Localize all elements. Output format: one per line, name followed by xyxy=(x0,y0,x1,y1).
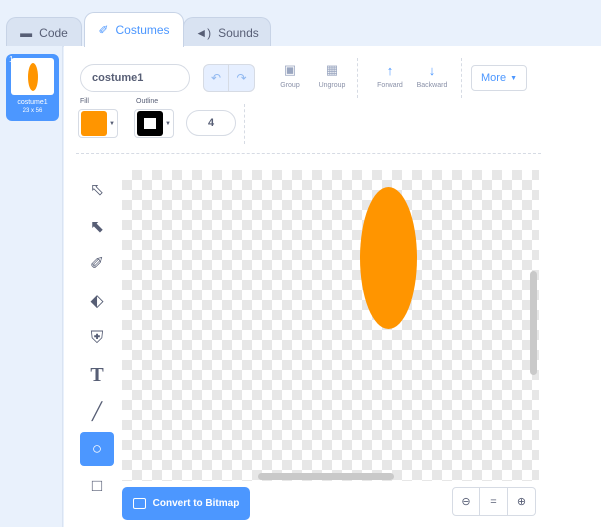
tab-costumes-label: Costumes xyxy=(115,23,170,37)
group-label: Group xyxy=(280,82,300,89)
toolbar-divider xyxy=(244,104,245,144)
tab-bar: ▬ Code ✐ Costumes ◄) Sounds xyxy=(0,0,601,47)
outline-width-input[interactable]: 4 xyxy=(186,110,236,136)
convert-label: Convert to Bitmap xyxy=(152,498,240,509)
brush-icon: ✐ xyxy=(98,23,109,37)
outline-label: Outline xyxy=(136,98,159,105)
tab-code-label: Code xyxy=(39,25,68,40)
zoom-controls: ⊖ = ⊕ xyxy=(452,487,536,516)
eraser-tool-button[interactable]: ⬖ xyxy=(80,284,114,318)
fill-tool-button[interactable]: ⛨ xyxy=(80,321,114,355)
undo-button[interactable]: ↶ xyxy=(203,64,229,92)
more-label: More xyxy=(481,72,507,84)
eraser-icon: ⬖ xyxy=(90,291,104,310)
backward-arrow-icon: ↓ xyxy=(428,62,436,78)
costume-item-size: 23 x 56 xyxy=(22,108,43,114)
more-button[interactable]: More ▼ xyxy=(471,65,527,91)
tab-sounds[interactable]: ◄) Sounds xyxy=(183,17,271,47)
text-tool-button[interactable]: T xyxy=(80,358,114,392)
fill-bucket-icon: ⛨ xyxy=(90,328,104,347)
circle-tool-button[interactable]: ○ xyxy=(80,432,114,466)
arrow-icon: ⬁ xyxy=(89,180,105,199)
rectangle-icon: □ xyxy=(91,476,103,495)
backward-label: Backward xyxy=(416,82,448,89)
zoom-reset-button[interactable]: = xyxy=(480,487,508,516)
brush-icon: ✐ xyxy=(89,254,105,273)
ungroup-button[interactable]: ▦ Ungroup xyxy=(308,61,356,95)
text-icon: T xyxy=(90,363,104,386)
vertical-scrollbar[interactable] xyxy=(530,271,537,375)
line-icon: ╱ xyxy=(91,402,103,421)
zoom-reset-label: = xyxy=(490,495,497,508)
caret-down-icon: ▼ xyxy=(165,120,171,127)
select-tool-button[interactable]: ⬁ xyxy=(80,173,114,207)
costume-thumbnail xyxy=(11,58,54,95)
fill-label: Fill xyxy=(80,98,89,105)
ungroup-label: Ungroup xyxy=(318,82,346,89)
paint-editor: costume1 ↶ ↷ ▣ Group ▦ Ungroup ↑ Forward… xyxy=(64,46,601,527)
toolbar-bottom-divider xyxy=(76,153,541,154)
image-icon xyxy=(132,498,146,509)
code-blocks-icon: ▬ xyxy=(20,25,33,40)
group-icon: ▣ xyxy=(283,62,297,77)
toolbar-divider xyxy=(461,58,462,98)
outline-swatch xyxy=(137,111,163,136)
forward-label: Forward xyxy=(377,82,403,89)
caret-down-icon: ▼ xyxy=(109,120,115,127)
undo-icon: ↶ xyxy=(210,71,222,85)
tab-costumes[interactable]: ✐ Costumes xyxy=(84,12,184,47)
costume-name-input[interactable]: costume1 xyxy=(80,64,190,92)
paint-editor-window: ▬ Code ✐ Costumes ◄) Sounds 1 costume1 2… xyxy=(0,0,601,527)
tab-code[interactable]: ▬ Code xyxy=(6,17,82,47)
convert-to-bitmap-button[interactable]: Convert to Bitmap xyxy=(122,487,250,520)
toolbar-divider xyxy=(357,58,358,98)
outline-color-picker[interactable]: ▼ xyxy=(134,109,174,138)
undo-redo-group: ↶ ↷ xyxy=(203,64,255,92)
horizontal-scrollbar[interactable] xyxy=(258,473,394,480)
caret-down-icon: ▼ xyxy=(510,74,517,82)
brush-tool-button[interactable]: ✐ xyxy=(80,247,114,281)
speaker-icon: ◄) xyxy=(195,25,212,40)
costume-item-name: costume1 xyxy=(17,99,48,106)
drawing-canvas[interactable] xyxy=(122,170,539,481)
zoom-out-button[interactable]: ⊖ xyxy=(452,487,480,516)
reshape-icon: ⬉ xyxy=(89,217,105,236)
orange-ellipse-shape[interactable] xyxy=(360,187,417,329)
rectangle-tool-button[interactable]: □ xyxy=(80,469,114,503)
line-tool-button[interactable]: ╱ xyxy=(80,395,114,429)
backward-button[interactable]: ↓ Backward xyxy=(408,61,456,95)
tab-sounds-label: Sounds xyxy=(218,25,259,40)
drawing-tools: ⬁ ⬉ ✐ ⬖ ⛨ T ╱ ○ □ xyxy=(80,173,116,495)
circle-icon: ○ xyxy=(91,439,103,458)
reshape-tool-button[interactable]: ⬉ xyxy=(80,210,114,244)
group-button[interactable]: ▣ Group xyxy=(266,61,314,95)
zoom-in-button[interactable]: ⊕ xyxy=(508,487,536,516)
forward-arrow-icon: ↑ xyxy=(386,62,394,78)
forward-button[interactable]: ↑ Forward xyxy=(366,61,414,95)
fill-swatch xyxy=(81,111,107,136)
redo-button[interactable]: ↷ xyxy=(229,64,255,92)
fill-color-picker[interactable]: ▼ xyxy=(78,109,118,138)
redo-icon: ↷ xyxy=(236,71,247,85)
costume-list: 1 costume1 23 x 56 ▲ xyxy=(0,46,72,527)
zoom-in-icon: ⊕ xyxy=(516,496,527,508)
thumbnail-oval xyxy=(27,62,38,91)
costume-item-costume1[interactable]: 1 costume1 23 x 56 xyxy=(6,54,59,121)
ungroup-icon: ▦ xyxy=(325,62,339,77)
zoom-out-icon: ⊖ xyxy=(461,496,471,508)
